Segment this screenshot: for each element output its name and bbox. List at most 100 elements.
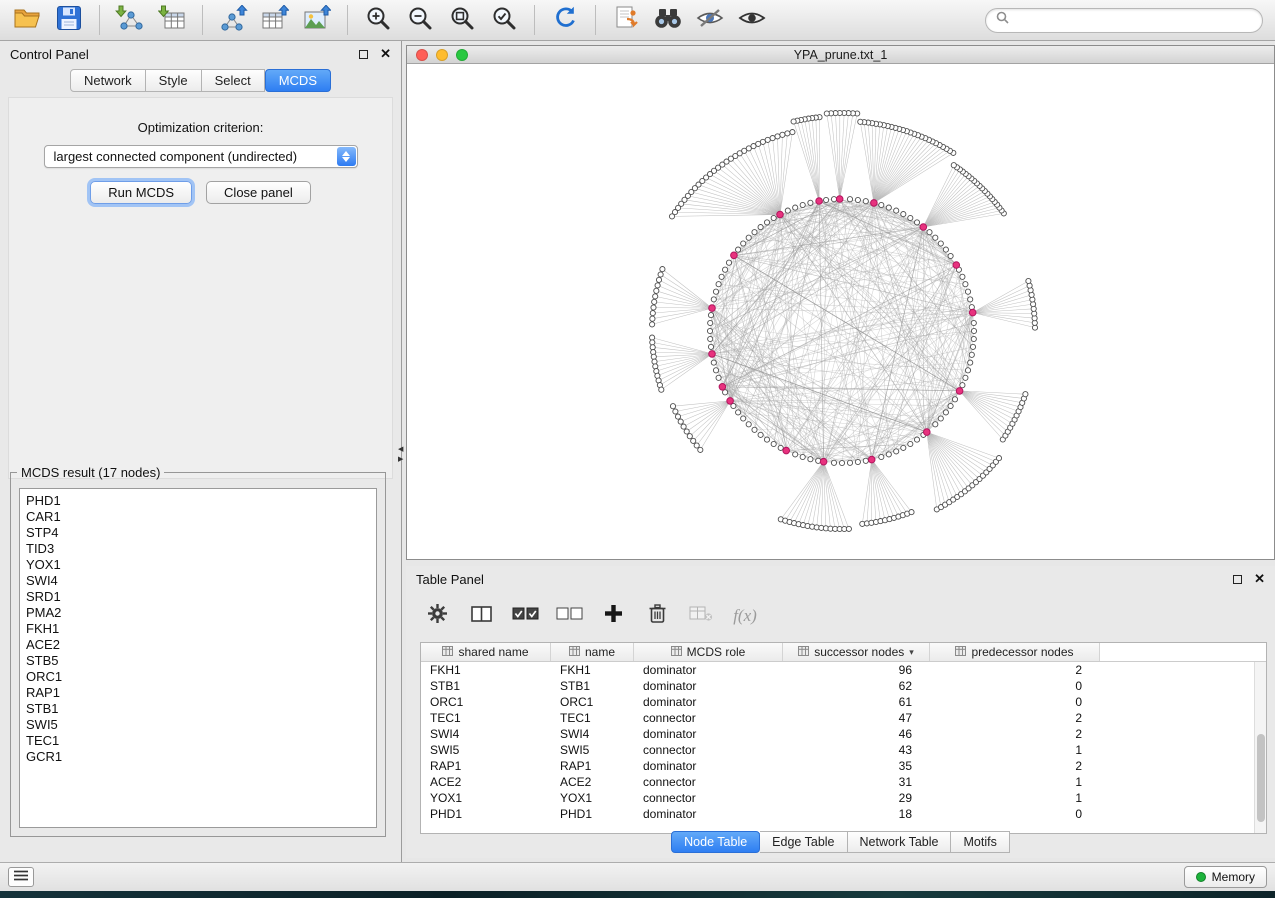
mcds-result-list[interactable]: PHD1CAR1STP4TID3YOX1SWI4SRD1PMA2FKH1ACE2…	[19, 488, 377, 828]
delete-column-button[interactable]	[640, 599, 674, 633]
panel-divider-handle[interactable]: ◀ ▶	[398, 446, 403, 463]
table-row[interactable]: RAP1RAP1dominator352	[421, 758, 1266, 774]
mcds-node-item[interactable]: PHD1	[26, 493, 376, 509]
table-row[interactable]: ACE2ACE2connector311	[421, 774, 1266, 790]
close-panel-button[interactable]: Close panel	[206, 181, 311, 204]
column-header-shared-name[interactable]: shared name	[421, 643, 551, 661]
collapse-left-icon[interactable]: ◀	[398, 446, 403, 453]
deselect-all-rows-button[interactable]	[552, 599, 586, 633]
refresh-layout-button[interactable]	[546, 3, 584, 37]
memory-button[interactable]: Memory	[1184, 866, 1267, 888]
export-table-button[interactable]	[256, 3, 294, 37]
import-table-button[interactable]	[153, 3, 191, 37]
criterion-dropdown[interactable]: largest connected component (undirected)	[44, 145, 358, 168]
create-column-button[interactable]	[596, 599, 630, 633]
table-row[interactable]: PHD1PHD1dominator180	[421, 806, 1266, 822]
mcds-node-item[interactable]: TEC1	[26, 733, 376, 749]
table-scrollbar[interactable]	[1254, 662, 1266, 833]
binoculars-icon	[653, 6, 683, 35]
table-cell: 35	[783, 759, 930, 773]
column-header-predecessor-nodes[interactable]: predecessor nodes	[930, 643, 1100, 661]
mcds-node-item[interactable]: FKH1	[26, 621, 376, 637]
mcds-node-item[interactable]: YOX1	[26, 557, 376, 573]
mcds-node-item[interactable]: SWI4	[26, 573, 376, 589]
zoom-fit-icon	[449, 5, 475, 36]
show-column-button[interactable]	[464, 599, 498, 633]
mcds-node-item[interactable]: RAP1	[26, 685, 376, 701]
import-network-button[interactable]	[111, 3, 149, 37]
column-header-MCDS-role[interactable]: MCDS role	[634, 643, 783, 661]
table-row[interactable]: SWI5SWI5connector431	[421, 742, 1266, 758]
scrollbar-thumb[interactable]	[1257, 734, 1265, 822]
window-close-icon[interactable]	[416, 49, 428, 61]
float-panel-icon[interactable]	[359, 50, 368, 59]
memory-status-icon	[1196, 872, 1206, 882]
network-canvas[interactable]	[407, 64, 1274, 559]
mcds-node-item[interactable]: SRD1	[26, 589, 376, 605]
tab-network-table[interactable]: Network Table	[848, 831, 952, 853]
mcds-node-item[interactable]: STP4	[26, 525, 376, 541]
expand-right-icon[interactable]: ▶	[398, 456, 403, 463]
close-panel-icon[interactable]: ✕	[380, 49, 391, 59]
close-panel-icon[interactable]: ✕	[1254, 574, 1265, 584]
tab-motifs[interactable]: Motifs	[951, 831, 1009, 853]
save-session-button[interactable]	[50, 3, 88, 37]
zoom-selected-button[interactable]	[485, 3, 523, 37]
table-row[interactable]: SWI4SWI4dominator462	[421, 726, 1266, 742]
table-cell: 0	[930, 679, 1100, 693]
mcds-node-item[interactable]: STB5	[26, 653, 376, 669]
table-grid-icon	[798, 645, 809, 659]
table-grid-icon	[955, 645, 966, 659]
mcds-node-item[interactable]: STB1	[26, 701, 376, 717]
panel-menu-button[interactable]	[8, 867, 34, 887]
column-header-successor-nodes[interactable]: successor nodes▾	[783, 643, 930, 661]
zoom-out-button[interactable]	[401, 3, 439, 37]
tab-select[interactable]: Select	[202, 69, 265, 92]
select-all-rows-button[interactable]	[508, 599, 542, 633]
eye-icon	[738, 8, 766, 33]
document-copy-icon	[613, 5, 639, 36]
fx-icon: f(x)	[733, 606, 757, 626]
table-row[interactable]: YOX1YOX1connector291	[421, 790, 1266, 806]
hide-selected-button[interactable]	[691, 3, 729, 37]
mcds-node-item[interactable]: ORC1	[26, 669, 376, 685]
mcds-node-item[interactable]: ACE2	[26, 637, 376, 653]
mcds-node-item[interactable]: GCR1	[26, 749, 376, 765]
column-header-name[interactable]: name	[551, 643, 634, 661]
table-settings-button[interactable]	[420, 599, 454, 633]
tab-style[interactable]: Style	[146, 69, 202, 92]
search-input[interactable]	[1015, 12, 1252, 28]
float-panel-icon[interactable]	[1233, 575, 1242, 584]
open-session-button[interactable]	[8, 3, 46, 37]
mcds-node-item[interactable]: PMA2	[26, 605, 376, 621]
export-image-button[interactable]	[298, 3, 336, 37]
show-all-button[interactable]	[733, 3, 771, 37]
duplicate-network-button[interactable]	[607, 3, 645, 37]
tab-node-table[interactable]: Node Table	[671, 831, 760, 853]
mcds-node-item[interactable]: CAR1	[26, 509, 376, 525]
table-row[interactable]: ORC1ORC1dominator610	[421, 694, 1266, 710]
tab-edge-table[interactable]: Edge Table	[760, 831, 847, 853]
zoom-fit-button[interactable]	[443, 3, 481, 37]
split-columns-icon	[471, 605, 492, 628]
tab-mcds[interactable]: MCDS	[265, 69, 331, 92]
gear-icon	[427, 603, 448, 629]
window-minimize-icon[interactable]	[436, 49, 448, 61]
network-window-titlebar[interactable]: YPA_prune.txt_1	[407, 46, 1274, 64]
mcds-node-item[interactable]: SWI5	[26, 717, 376, 733]
tab-network[interactable]: Network	[70, 69, 146, 92]
search-field[interactable]	[985, 8, 1263, 33]
export-network-button[interactable]	[214, 3, 252, 37]
table-row[interactable]: FKH1FKH1dominator962	[421, 662, 1266, 678]
window-zoom-icon[interactable]	[456, 49, 468, 61]
mcds-node-item[interactable]: TID3	[26, 541, 376, 557]
zoom-in-button[interactable]	[359, 3, 397, 37]
find-button[interactable]	[649, 3, 687, 37]
export-image-icon	[303, 5, 331, 36]
run-mcds-button[interactable]: Run MCDS	[90, 181, 192, 204]
table-row[interactable]: STB1STB1dominator620	[421, 678, 1266, 694]
table-row[interactable]: TEC1TEC1connector472	[421, 710, 1266, 726]
export-table-icon	[261, 5, 289, 36]
table-cell: dominator	[634, 695, 783, 709]
application-window: Control Panel ✕ NetworkStyleSelectMCDS O…	[0, 0, 1275, 898]
